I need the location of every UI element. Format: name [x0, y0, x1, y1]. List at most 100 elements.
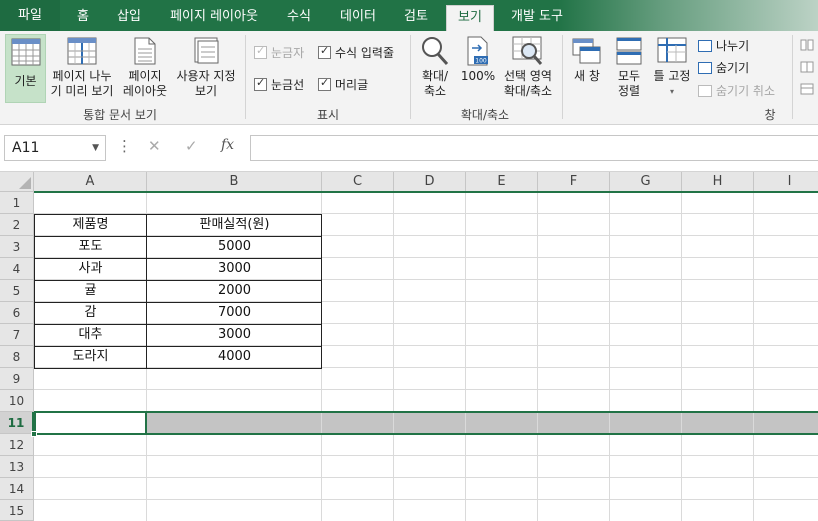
- row-header-2[interactable]: 2: [0, 214, 34, 236]
- show-group-label: 표시: [316, 108, 340, 122]
- ribbon-separator: [245, 35, 246, 119]
- tab-file[interactable]: 파일: [0, 0, 60, 31]
- split-button[interactable]: 나누기: [698, 37, 749, 54]
- column-header-h[interactable]: H: [682, 172, 754, 192]
- cell-a2[interactable]: 제품명: [34, 214, 147, 236]
- view-side-by-side-icon[interactable]: [800, 39, 814, 51]
- name-box-dropdown-icon[interactable]: ▼: [92, 136, 99, 160]
- row-header-10[interactable]: 10: [0, 390, 34, 412]
- hide-label: 숨기기: [716, 61, 750, 75]
- tab-bar-decoration: [558, 0, 818, 31]
- custom-views-label-1: 사용자 지정: [176, 69, 236, 83]
- zoom-100-button[interactable]: 100 100%: [458, 34, 498, 103]
- row-header-12[interactable]: 12: [0, 434, 34, 456]
- gridlines-checkbox[interactable]: 눈금선: [254, 76, 304, 93]
- row-header-13[interactable]: 13: [0, 456, 34, 478]
- hide-button[interactable]: 숨기기: [698, 59, 749, 76]
- zoom-to-selection-button[interactable]: 선택 영역 확대/축소: [500, 34, 556, 103]
- row-header-4[interactable]: 4: [0, 258, 34, 280]
- cell-b5[interactable]: 2000: [147, 280, 322, 302]
- freeze-panes-button[interactable]: 틀 고정 ▾: [650, 34, 694, 103]
- column-header-c[interactable]: C: [322, 172, 394, 192]
- name-box[interactable]: A11 ▼: [4, 135, 106, 161]
- cell-b3[interactable]: 5000: [147, 236, 322, 258]
- column-header-g[interactable]: G: [610, 172, 682, 192]
- zoom-selection-label-1: 선택 영역: [504, 69, 552, 83]
- more-options-icon[interactable]: ⋮: [117, 137, 132, 155]
- ruler-checkbox[interactable]: 눈금자: [254, 44, 304, 61]
- cell-a6[interactable]: 감: [34, 302, 147, 324]
- page-layout-view-icon: [134, 37, 156, 65]
- row-header-7[interactable]: 7: [0, 324, 34, 346]
- cancel-icon[interactable]: ✕: [148, 137, 161, 155]
- zoom-label-2: 축소: [423, 84, 447, 98]
- page-layout-view-button[interactable]: 페이지 레이아웃: [120, 34, 170, 103]
- fill-handle[interactable]: [31, 431, 37, 437]
- select-all-corner[interactable]: [0, 172, 34, 192]
- freeze-dropdown-icon: ▾: [669, 87, 674, 96]
- tab-developer[interactable]: 개발 도구: [502, 5, 572, 31]
- cell-a8[interactable]: 도라지: [34, 346, 147, 368]
- unhide-icon: [698, 84, 712, 97]
- gridline: [34, 389, 818, 390]
- cell-a3[interactable]: 포도: [34, 236, 147, 258]
- new-window-label: 새 창: [574, 69, 600, 83]
- column-header-b[interactable]: B: [147, 172, 322, 192]
- tab-formulas[interactable]: 수식: [278, 5, 320, 31]
- page-break-preview-button[interactable]: 페이지 나누 기 미리 보기: [48, 34, 116, 103]
- row-header-3[interactable]: 3: [0, 236, 34, 258]
- new-window-button[interactable]: 새 창: [568, 34, 606, 103]
- tab-view[interactable]: 보기: [446, 5, 494, 31]
- formula-bar-checkbox[interactable]: 수식 입력줄: [318, 44, 394, 61]
- custom-views-icon: [194, 37, 219, 64]
- zoom-selection-label-2: 확대/축소: [503, 84, 553, 98]
- active-cell-a11[interactable]: [34, 411, 147, 435]
- arrange-all-button[interactable]: 모두 정렬: [610, 34, 648, 103]
- row-header-5[interactable]: 5: [0, 280, 34, 302]
- unhide-button[interactable]: 숨기기 취소: [698, 82, 775, 99]
- tab-page-layout[interactable]: 페이지 레이아웃: [160, 5, 268, 31]
- column-header-f[interactable]: F: [538, 172, 610, 192]
- page-layout-view-label-1: 페이지: [128, 69, 162, 83]
- row-header-8[interactable]: 8: [0, 346, 34, 368]
- cell-a5[interactable]: 귤: [34, 280, 147, 302]
- row-header-11[interactable]: 11: [0, 412, 34, 434]
- tab-data[interactable]: 데이터: [330, 5, 386, 31]
- column-header-a[interactable]: A: [34, 172, 147, 192]
- worksheet-grid[interactable]: A B C D E F G H I 1 2 3 4 5 6 7 8 9 10 1…: [0, 172, 818, 521]
- arrange-all-label-1: 모두: [617, 69, 641, 83]
- tab-review[interactable]: 검토: [394, 5, 438, 31]
- enter-icon[interactable]: ✓: [185, 137, 198, 155]
- column-header-e[interactable]: E: [466, 172, 538, 192]
- reset-window-position-icon[interactable]: [800, 83, 814, 95]
- row-header-15[interactable]: 15: [0, 500, 34, 521]
- synchronous-scrolling-icon[interactable]: [800, 61, 814, 73]
- cell-a7[interactable]: 대추: [34, 324, 147, 346]
- custom-views-button[interactable]: 사용자 지정 보기: [172, 34, 240, 103]
- magnifier-icon: [422, 37, 449, 66]
- cell-b2[interactable]: 판매실적(원): [147, 214, 322, 236]
- cell-b4[interactable]: 3000: [147, 258, 322, 280]
- zoom-button[interactable]: 확대/ 축소: [416, 34, 454, 103]
- row-header-1[interactable]: 1: [0, 192, 34, 214]
- tab-insert[interactable]: 삽입: [108, 5, 150, 31]
- tab-home[interactable]: 홈: [66, 5, 100, 31]
- row-header-14[interactable]: 14: [0, 478, 34, 500]
- column-header-i[interactable]: I: [754, 172, 818, 192]
- row-header-9[interactable]: 9: [0, 368, 34, 390]
- svg-text:100: 100: [475, 58, 487, 65]
- insert-function-icon[interactable]: fx: [221, 137, 234, 153]
- normal-view-button[interactable]: 기본: [5, 34, 46, 103]
- formula-input[interactable]: [250, 135, 818, 161]
- cell-a4[interactable]: 사과: [34, 258, 147, 280]
- column-header-d[interactable]: D: [394, 172, 466, 192]
- cell-b7[interactable]: 3000: [147, 324, 322, 346]
- ribbon-separator: [792, 35, 793, 119]
- zoom-label-1: 확대/: [421, 69, 449, 83]
- cell-b6[interactable]: 7000: [147, 302, 322, 324]
- row-header-6[interactable]: 6: [0, 302, 34, 324]
- gridline: [537, 192, 538, 521]
- cell-b8[interactable]: 4000: [147, 346, 322, 368]
- zoom-selection-icon: [512, 36, 543, 65]
- headings-checkbox[interactable]: 머리글: [318, 76, 368, 93]
